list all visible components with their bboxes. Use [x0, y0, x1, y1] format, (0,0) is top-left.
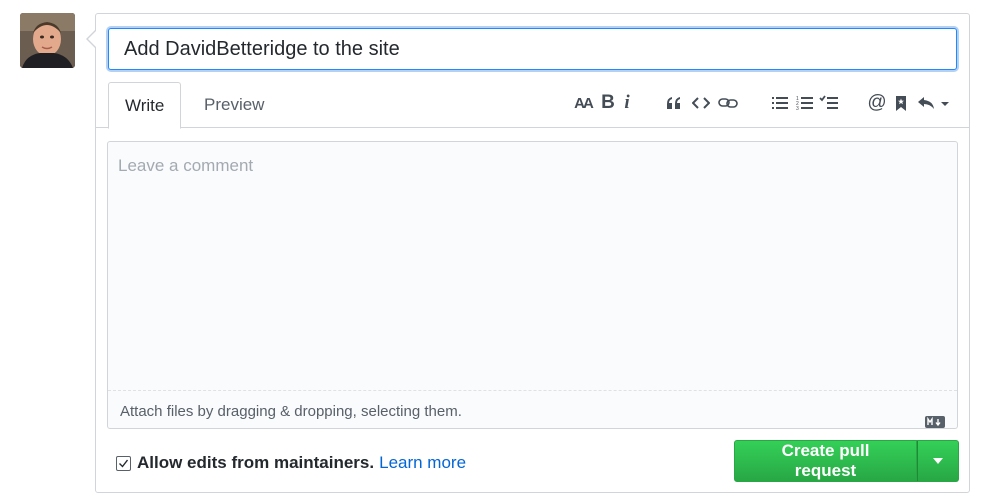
attach-files-bar[interactable]: Attach files by dragging & dropping, sel… — [108, 390, 957, 428]
allow-edits-label[interactable]: Allow edits from maintainers. — [137, 453, 374, 473]
comment-box-pointer-fill — [88, 31, 96, 47]
reference-icon[interactable] — [893, 90, 909, 116]
comment-textarea[interactable] — [108, 142, 957, 390]
italic-icon[interactable]: i — [620, 90, 634, 116]
comment-area: Attach files by dragging & dropping, sel… — [107, 141, 958, 429]
pull-request-form: Write Preview AA B i 123 @ — [95, 13, 970, 493]
code-icon[interactable] — [690, 90, 712, 116]
create-pull-request-button[interactable]: Create pull request — [734, 440, 917, 482]
bold-icon[interactable]: B — [599, 90, 617, 116]
link-icon[interactable] — [716, 90, 740, 116]
create-pr-dropdown-button[interactable] — [917, 440, 959, 482]
learn-more-link[interactable]: Learn more — [379, 453, 466, 473]
attach-files-text: Attach files by dragging & dropping, sel… — [120, 403, 462, 420]
svg-text:3: 3 — [796, 106, 799, 111]
unordered-list-icon[interactable] — [770, 90, 790, 116]
header-icon[interactable]: AA — [571, 90, 595, 116]
reply-icon[interactable] — [916, 90, 952, 116]
tab-preview[interactable]: Preview — [188, 82, 280, 128]
caret-down-icon — [933, 458, 943, 464]
mention-icon[interactable]: @ — [867, 90, 887, 116]
tab-write[interactable]: Write — [108, 82, 182, 129]
ordered-list-icon[interactable]: 123 — [795, 90, 815, 116]
task-list-icon[interactable] — [818, 90, 840, 116]
markdown-icon[interactable] — [925, 403, 945, 445]
avatar[interactable] — [20, 13, 75, 68]
create-pr-button-group: Create pull request — [734, 440, 959, 482]
allow-edits-checkbox[interactable] — [116, 455, 131, 471]
title-input[interactable] — [108, 28, 957, 70]
quote-icon[interactable] — [663, 90, 685, 116]
allow-edits-row: Allow edits from maintainers. Learn more — [116, 452, 466, 474]
